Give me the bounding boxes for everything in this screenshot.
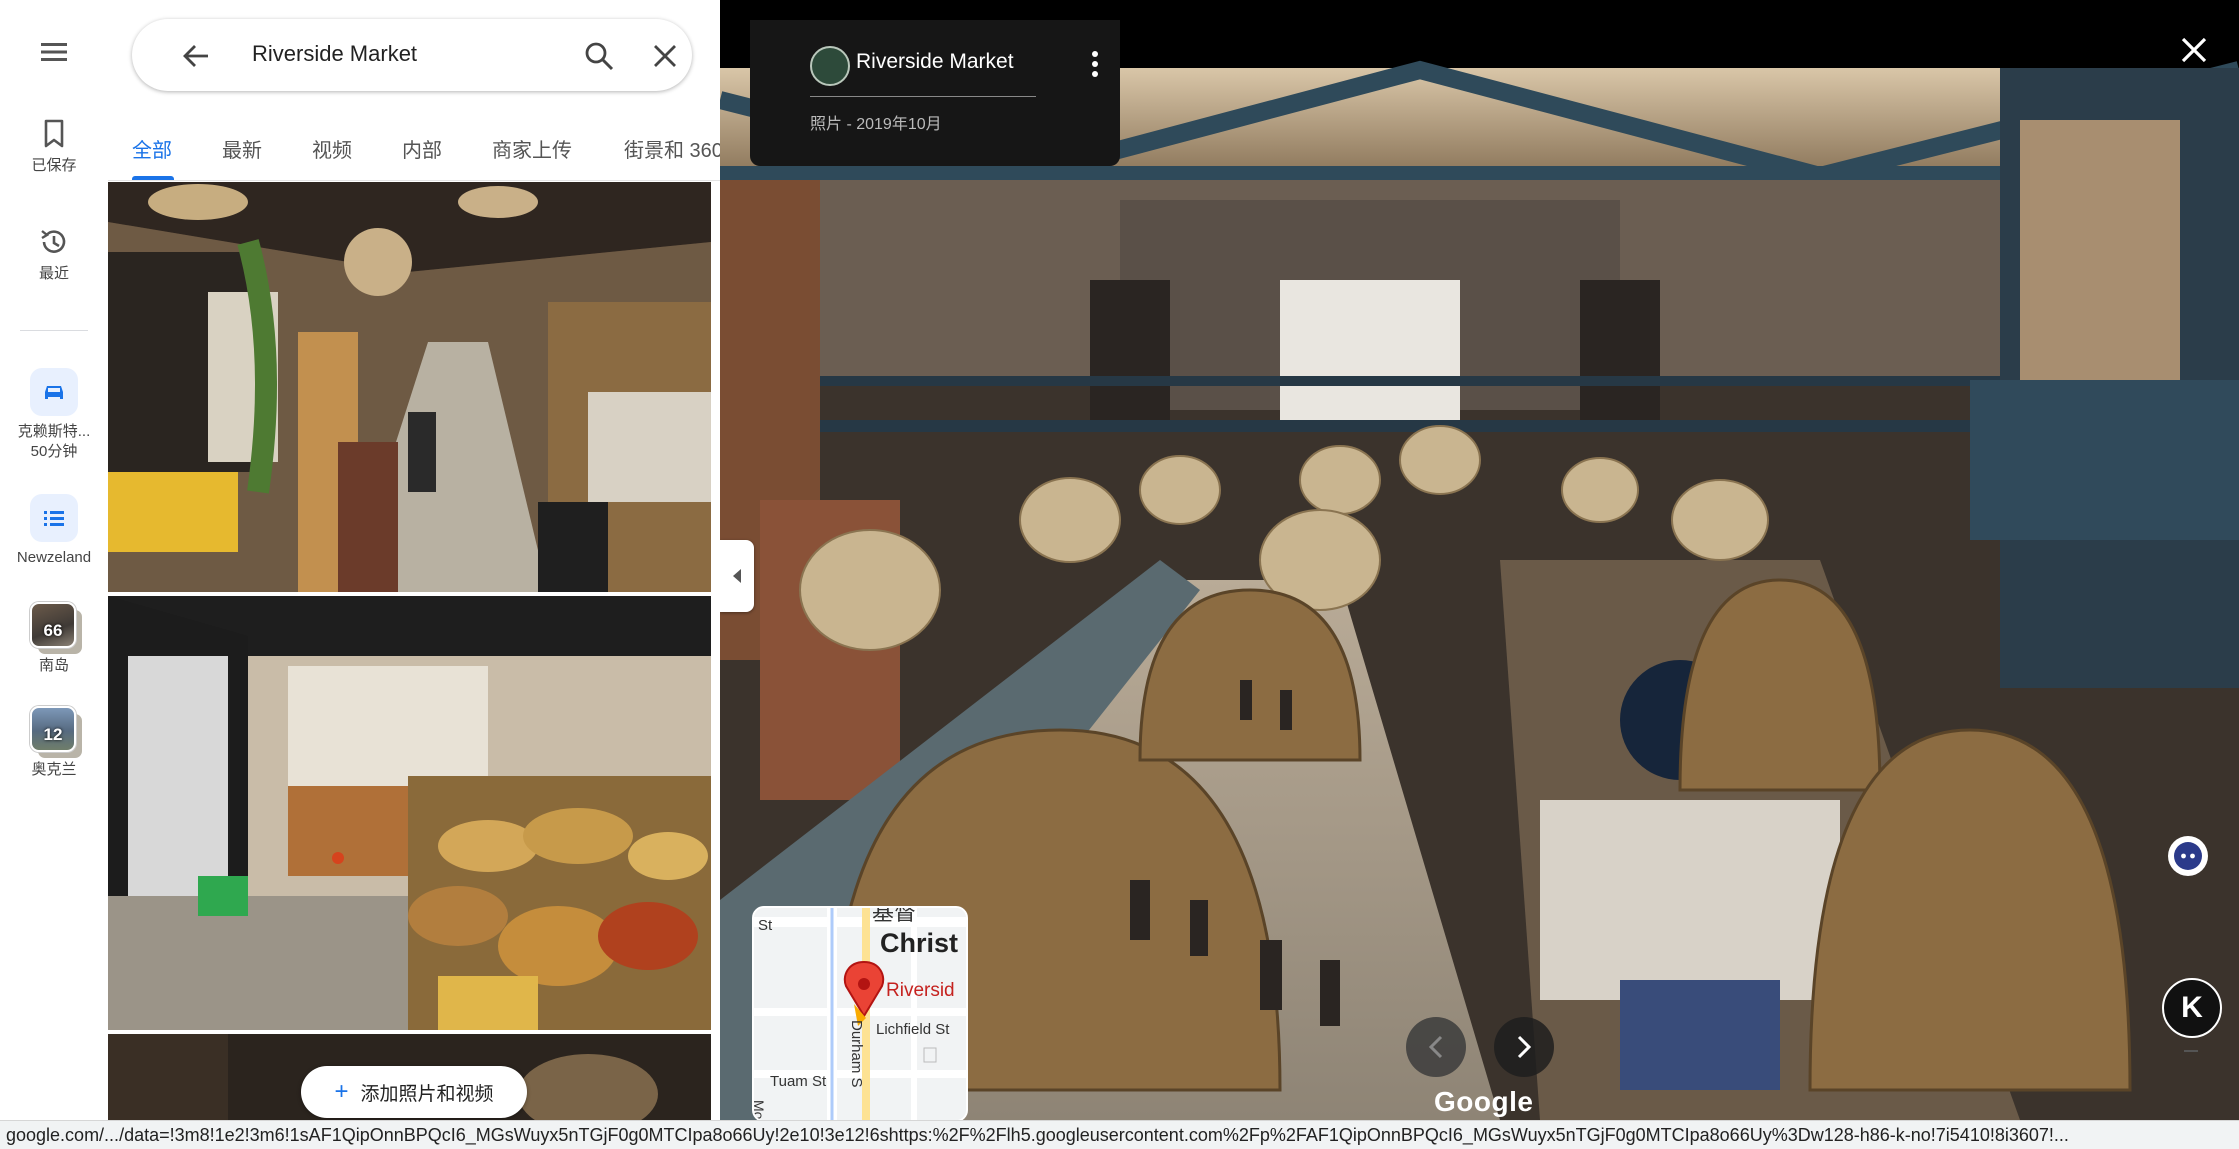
list-chip xyxy=(30,494,78,542)
recent-button[interactable]: 最近 xyxy=(0,226,108,284)
car-icon xyxy=(45,386,63,399)
minimap-char: 基督 xyxy=(872,908,916,926)
collapse-panel-button[interactable] xyxy=(720,540,754,612)
minimap[interactable]: 基督 St Christ Riversid Lichfield St Tuam … xyxy=(752,906,968,1122)
chevron-left-icon xyxy=(1428,1035,1443,1059)
rail-item-newzeland[interactable]: Newzeland xyxy=(0,494,108,568)
rail-item-auckland[interactable]: 12 奥克兰 xyxy=(0,706,108,780)
hamburger-icon xyxy=(41,43,67,61)
link-status-bar: google.com/.../data=!3m8!1e2!3m6!1sAF1Qi… xyxy=(0,1120,2239,1149)
photos-panel: Riverside Market 全部 最新 视频 内部 商家上传 街景和 36… xyxy=(108,0,720,1149)
history-icon xyxy=(41,230,66,253)
plus-icon: + xyxy=(334,1078,349,1105)
south-island-thumb: 66 xyxy=(30,602,84,656)
tab-all[interactable]: 全部 xyxy=(132,134,172,163)
rail-item-south-island[interactable]: 66 南岛 xyxy=(0,602,108,676)
close-viewer-icon[interactable] xyxy=(2180,36,2208,64)
tab-videos[interactable]: 视频 xyxy=(312,134,352,163)
clear-search-icon[interactable] xyxy=(652,43,678,69)
info-divider xyxy=(810,96,1036,97)
search-query[interactable]: Riverside Market xyxy=(252,41,417,67)
recent-label: 最近 xyxy=(38,265,69,282)
minimap-street5: St xyxy=(758,917,773,934)
photo-viewer[interactable]: Riverside Market 照片 - 2019年10月 基督 St Chr… xyxy=(720,0,2239,1149)
photo-date: 照片 - 2019年10月 xyxy=(810,116,942,133)
minimap-street4: Montr xyxy=(754,1100,767,1120)
minimap-street2: Durham S xyxy=(848,1020,865,1088)
assistant-extension-button[interactable] xyxy=(2168,836,2208,876)
next-photo-button[interactable] xyxy=(1494,1017,1554,1077)
caret-left-icon xyxy=(733,569,741,583)
riverside-logo[interactable] xyxy=(810,46,850,86)
photo-thumbnail-market-aisle[interactable] xyxy=(108,182,711,592)
saved-label: 已保存 xyxy=(31,157,77,174)
rail-item-auckland-label: 奥克兰 xyxy=(31,761,77,778)
photo-thumbnail-produce[interactable] xyxy=(108,596,711,1030)
rail-divider xyxy=(20,330,88,331)
minus-icon[interactable] xyxy=(2180,1040,2202,1062)
car-chip xyxy=(30,368,78,416)
more-options-icon[interactable] xyxy=(1090,50,1100,78)
minimap-street1: Lichfield St xyxy=(876,1021,950,1038)
minimap-image: 基督 St Christ Riversid Lichfield St Tuam … xyxy=(754,908,966,1120)
menu-button[interactable] xyxy=(0,40,108,64)
face-icon xyxy=(2174,842,2202,870)
minimap-street3: Tuam St xyxy=(770,1073,827,1090)
add-photos-videos-button[interactable]: + 添加照片和视频 xyxy=(301,1066,527,1118)
photo-info-card: Riverside Market 照片 - 2019年10月 xyxy=(750,20,1120,166)
rail-item-trip-line1: 克赖斯特... xyxy=(17,423,91,440)
minimap-poi: Riversid xyxy=(886,980,955,1001)
photo-filter-tabs: 全部 最新 视频 内部 商家上传 街景和 360 xyxy=(108,118,720,181)
active-tab-indicator xyxy=(132,176,174,180)
tab-interior[interactable]: 内部 xyxy=(402,134,442,163)
chevron-right-icon xyxy=(1517,1035,1532,1059)
rail-item-trip[interactable]: 克赖斯特... 50分钟 xyxy=(0,368,108,462)
market-aisle-image xyxy=(108,182,711,592)
k-extension-button[interactable]: K xyxy=(2162,978,2222,1038)
auckland-thumb: 12 xyxy=(30,706,84,760)
left-rail: 已保存 最近 克赖斯特... 50分钟 Newzeland 66 南岛 12 奥… xyxy=(0,0,109,1149)
south-island-count: 66 xyxy=(43,621,63,640)
tab-street-view-360[interactable]: 街景和 360 xyxy=(624,134,720,163)
rail-item-trip-line2: 50分钟 xyxy=(30,443,78,460)
saved-button[interactable]: 已保存 xyxy=(0,118,108,176)
place-title[interactable]: Riverside Market xyxy=(856,50,1014,74)
minimap-city: Christ xyxy=(880,928,958,958)
tab-business-uploads[interactable]: 商家上传 xyxy=(492,134,572,163)
search-icon[interactable] xyxy=(584,41,614,71)
search-box[interactable]: Riverside Market xyxy=(132,19,692,91)
add-photos-videos-label: 添加照片和视频 xyxy=(360,1083,494,1105)
auckland-count: 12 xyxy=(43,725,63,744)
produce-image xyxy=(108,596,711,1030)
google-watermark: Google xyxy=(1434,1086,1534,1117)
rail-item-newzeland-label: Newzeland xyxy=(16,549,92,566)
list-icon xyxy=(44,511,64,526)
tab-latest[interactable]: 最新 xyxy=(222,134,262,163)
bookmark-icon xyxy=(44,119,64,148)
previous-photo-button[interactable] xyxy=(1406,1017,1466,1077)
rail-item-south-island-label: 南岛 xyxy=(38,657,69,674)
back-arrow-icon[interactable] xyxy=(182,43,210,69)
